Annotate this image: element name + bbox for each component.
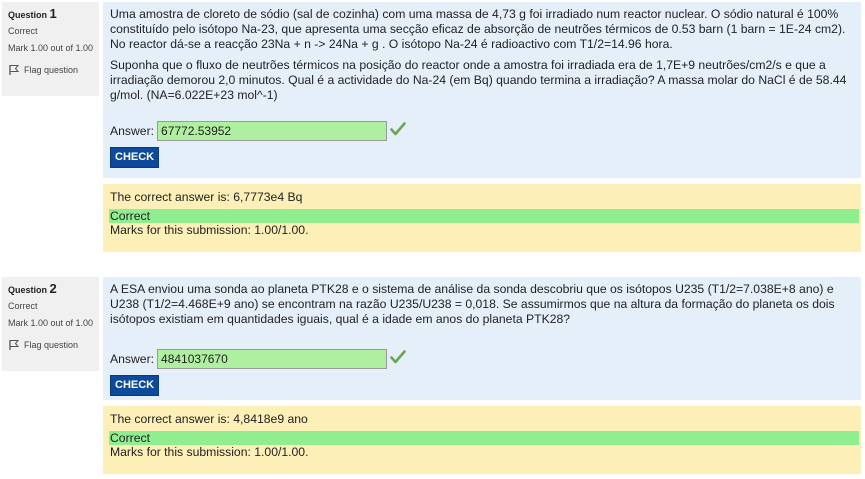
question-2-outcome: The correct answer is: 4,8418e9 ano Corr… [103,406,861,474]
question-number: Question 1 [8,6,99,21]
flag-question-link[interactable]: Flag question [8,339,99,351]
question-1-outcome: The correct answer is: 6,7773e4 Bq Corre… [103,184,861,252]
flag-icon [8,64,20,76]
question-label: Question [8,285,48,295]
answer-row: Answer: [110,348,854,370]
question-1-formulation: Uma amostra de cloreto de sódio (sal de … [103,2,861,178]
question-grade: Mark 1.00 out of 1.00 [8,318,94,328]
feedback-correct: Correct [109,209,859,223]
question-state: Correct [8,26,38,36]
question-grade: Mark 1.00 out of 1.00 [8,43,94,53]
flag-question-label: Flag question [24,64,79,75]
question-2-info: Question 2 Correct Mark 1.00 out of 1.00… [2,277,99,371]
answer-row: Answer: [110,120,854,142]
flag-question-label: Flag question [24,339,79,350]
correct-check-icon [390,122,406,140]
question-label: Question [8,10,48,20]
marks-submission: Marks for this submission: 1.00/1.00. [110,223,309,237]
question-number-value: 1 [49,6,57,21]
answer-input[interactable] [157,121,388,141]
right-answer: The correct answer is: 4,8418e9 ano [110,412,308,426]
check-button[interactable]: CHECK [110,147,160,168]
correct-check-icon [390,350,406,368]
question-text: A ESA enviou uma sonda ao planeta PTK28 … [110,282,835,326]
flag-question-link[interactable]: Flag question [8,64,99,76]
question-text: Suponha que o fluxo de neutrões térmicos… [110,58,847,102]
question-number-value: 2 [49,281,57,296]
right-answer: The correct answer is: 6,7773e4 Bq [110,190,303,204]
question-text: Uma amostra de cloreto de sódio (sal de … [110,7,846,51]
feedback-correct: Correct [109,431,859,445]
answer-label: Answer: [110,351,155,366]
question-state: Correct [8,301,38,311]
marks-submission: Marks for this submission: 1.00/1.00. [110,445,309,459]
check-button[interactable]: CHECK [110,375,160,396]
question-number: Question 2 [8,281,99,296]
question-1-info: Question 1 Correct Mark 1.00 out of 1.00… [2,2,99,96]
flag-icon [8,339,20,351]
answer-label: Answer: [110,123,155,138]
answer-input[interactable] [157,349,388,369]
question-2-formulation: A ESA enviou uma sonda ao planeta PTK28 … [103,277,861,400]
